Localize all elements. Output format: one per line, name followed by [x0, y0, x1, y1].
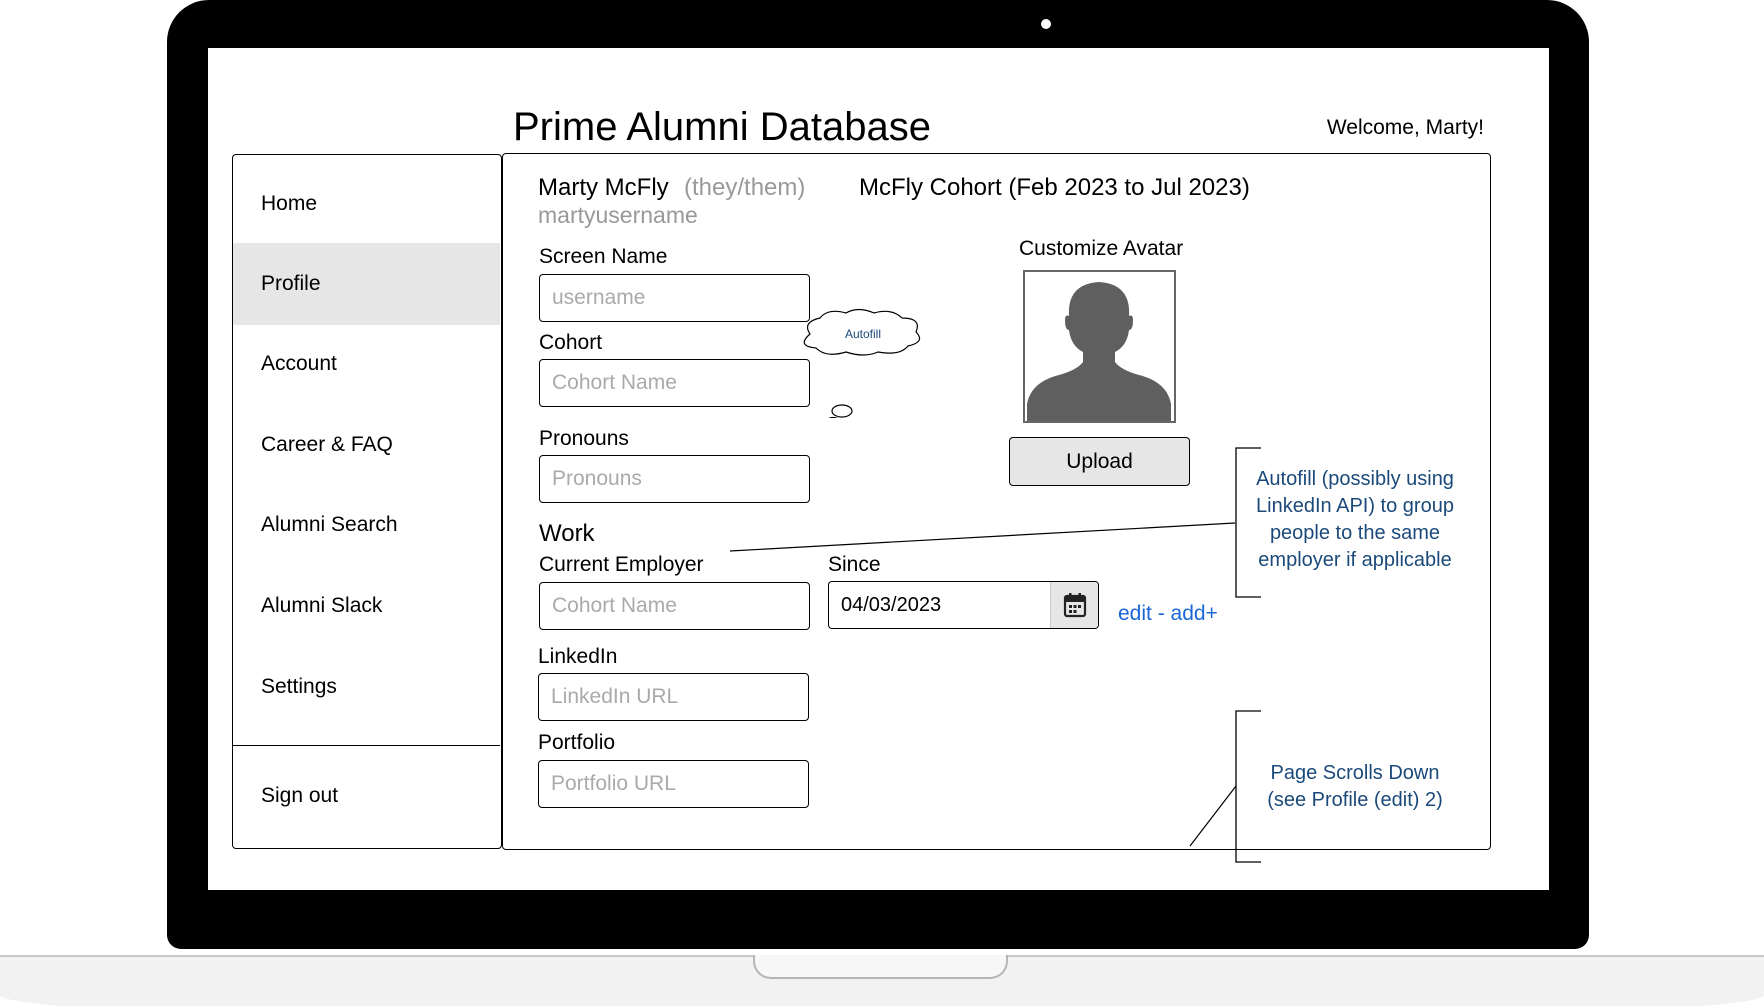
webcam-dot — [1041, 19, 1051, 29]
annotation-line: people to the same — [1269, 522, 1441, 544]
screen: Prime Alumni Database Welcome, Marty! Ho… — [208, 48, 1549, 890]
laptop-notch — [753, 955, 1008, 979]
autofill-annotation: Autofill (possibly using LinkedIn API) t… — [1247, 466, 1463, 574]
annotation-line: Page Scrolls Down — [1270, 762, 1440, 784]
annotation-line: (see Profile (edit) 2) — [1267, 789, 1443, 811]
annotation-line: employer if applicable — [1258, 549, 1452, 571]
scroll-annotation: Page Scrolls Down (see Profile (edit) 2) — [1247, 760, 1463, 814]
annotation-line: Autofill (possibly using — [1256, 468, 1454, 490]
annotation-line: LinkedIn API) to group — [1256, 495, 1454, 517]
